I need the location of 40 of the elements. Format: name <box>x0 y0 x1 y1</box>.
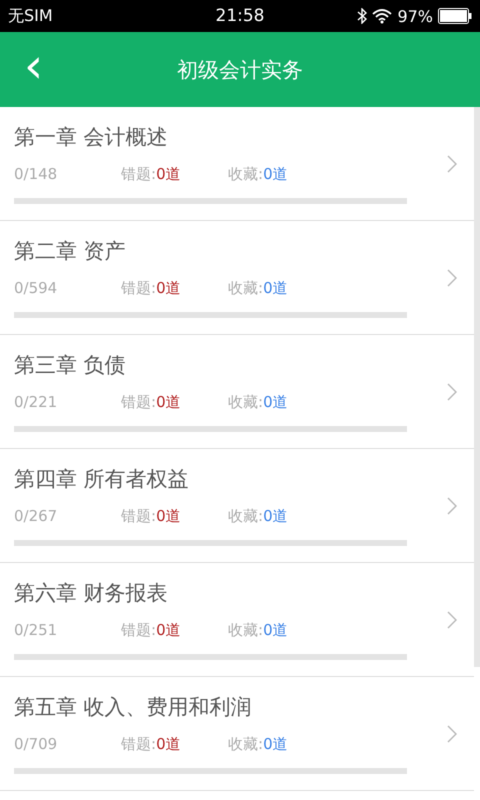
wrong-count: 0道 <box>156 735 181 753</box>
chapter-title: 第二章 资产 <box>14 238 127 265</box>
wrong-count: 0道 <box>156 507 181 525</box>
wrong-count: 0道 <box>156 165 181 183</box>
favorite-count: 0道 <box>263 507 288 525</box>
favorite-label: 收藏: <box>228 279 264 297</box>
page-title: 初级会计实务 <box>177 56 303 84</box>
chapter-title: 第一章 会计概述 <box>14 124 169 151</box>
wrong-count: 0道 <box>156 621 181 639</box>
favorite-count: 0道 <box>263 165 288 183</box>
progress-count: 0/148 <box>14 165 58 184</box>
chapter-title: 第三章 负债 <box>14 352 127 379</box>
progress-count: 0/267 <box>14 507 58 526</box>
wrong-label: 错题: <box>121 279 156 297</box>
wrong-count: 0道 <box>156 393 181 411</box>
wrong-label: 错题: <box>121 507 156 525</box>
progress-count: 0/594 <box>14 279 58 298</box>
progress-count: 0/709 <box>14 735 58 754</box>
chapter-title: 第四章 所有者权益 <box>14 466 190 493</box>
favorite-label: 收藏: <box>228 735 264 753</box>
progress-count: 0/251 <box>14 621 58 640</box>
favorite-count: 0道 <box>263 621 288 639</box>
clock-text: 21:58 <box>216 6 264 26</box>
wrong-label: 错题: <box>121 165 156 183</box>
favorite-count: 0道 <box>263 393 288 411</box>
battery-text: 97% <box>397 6 433 26</box>
favorite-label: 收藏: <box>228 621 264 639</box>
chapter-title: 第六章 财务报表 <box>14 580 169 607</box>
carrier-text: 无SIM <box>8 6 53 26</box>
favorite-label: 收藏: <box>228 393 264 411</box>
chapter-title: 第五章 收入、费用和利润 <box>14 694 253 721</box>
wrong-label: 错题: <box>121 393 156 411</box>
wrong-count: 0道 <box>156 279 181 297</box>
favorite-label: 收藏: <box>228 165 264 183</box>
favorite-label: 收藏: <box>228 507 264 525</box>
favorite-count: 0道 <box>263 735 288 753</box>
wrong-label: 错题: <box>121 735 156 753</box>
wrong-label: 错题: <box>121 621 156 639</box>
progress-count: 0/221 <box>14 393 58 412</box>
favorite-count: 0道 <box>263 279 288 297</box>
